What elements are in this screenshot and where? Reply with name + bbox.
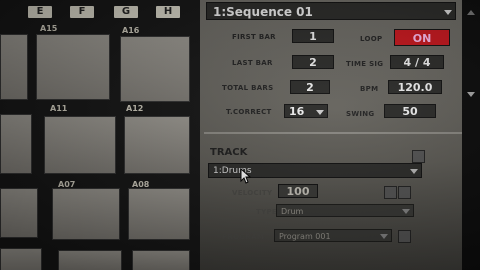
loop-label: LOOP	[360, 35, 383, 43]
pad[interactable]	[0, 188, 38, 238]
type-select[interactable]: Drum	[276, 204, 414, 217]
app-window: E F G H A15 A16 A11 A12 A07 A08 1:Sequen…	[0, 0, 480, 270]
pad-a15[interactable]	[36, 34, 110, 100]
pad[interactable]	[0, 248, 42, 270]
loop-toggle[interactable]: ON	[394, 29, 450, 46]
bpm-label: BPM	[360, 85, 379, 93]
pad[interactable]	[132, 250, 190, 270]
pad-a07[interactable]	[52, 188, 120, 240]
sequence-name: 1:Sequence 01	[213, 5, 313, 19]
time-sig-label: TIME SIG	[346, 60, 384, 68]
pad-a11[interactable]	[44, 116, 116, 174]
pad-a12[interactable]	[124, 116, 190, 174]
column-header-h: H	[156, 6, 180, 18]
pad-label: A12	[126, 104, 144, 113]
column-header-g: G	[114, 6, 138, 18]
chevron-down-icon[interactable]	[380, 234, 388, 239]
pad-grid: E F G H A15 A16 A11 A12 A07 A08	[0, 0, 200, 270]
chevron-down-icon[interactable]	[444, 10, 452, 15]
pad-label: A15	[40, 24, 58, 33]
column-header-e: E	[28, 6, 52, 18]
first-bar-label: FIRST BAR	[232, 33, 276, 41]
pad[interactable]	[58, 250, 122, 270]
last-bar-field[interactable]: 2	[292, 55, 334, 69]
section-divider	[204, 132, 462, 134]
chevron-down-icon[interactable]	[402, 209, 410, 214]
track-header: TRACK	[210, 147, 248, 158]
bpm-field[interactable]: 120.0	[388, 80, 442, 94]
swing-field[interactable]: 50	[384, 104, 436, 118]
type-label: TYPE	[256, 208, 277, 216]
type-value: Drum	[281, 207, 304, 216]
total-bars-label: TOTAL BARS	[222, 84, 274, 92]
pad-label: A16	[122, 26, 140, 35]
scrollbar[interactable]	[462, 0, 480, 270]
track-options-button[interactable]	[412, 150, 425, 163]
column-header-f: F	[70, 6, 94, 18]
scroll-down-icon[interactable]	[467, 92, 475, 97]
last-bar-label: LAST BAR	[232, 59, 273, 67]
pad-label: A11	[50, 104, 68, 113]
pad[interactable]	[0, 34, 28, 100]
cursor-icon	[240, 168, 252, 184]
sequence-select[interactable]: 1:Sequence 01	[206, 2, 456, 20]
chevron-down-icon[interactable]	[410, 169, 418, 174]
program-label: PROGRAM	[222, 233, 265, 241]
program-edit-button[interactable]	[398, 230, 411, 243]
swing-label: SWING	[346, 110, 375, 118]
t-correct-value: 16	[289, 105, 305, 118]
velocity-field[interactable]: 100	[278, 184, 318, 198]
t-correct-label: T.CORRECT	[226, 108, 272, 116]
time-sig-field[interactable]: 4 / 4	[390, 55, 444, 69]
chevron-down-icon[interactable]	[316, 110, 324, 115]
program-select[interactable]: Program 001	[274, 229, 392, 242]
velocity-up-button[interactable]	[398, 186, 411, 199]
pad-a16[interactable]	[120, 36, 190, 102]
pad[interactable]	[0, 114, 32, 174]
total-bars-field[interactable]: 2	[290, 80, 330, 94]
first-bar-field[interactable]: 1	[292, 29, 334, 43]
pad-a08[interactable]	[128, 188, 190, 240]
program-value: Program 001	[279, 232, 331, 241]
scroll-up-icon[interactable]	[467, 10, 475, 15]
velocity-down-button[interactable]	[384, 186, 397, 199]
velocity-label: VELOCITY	[232, 189, 273, 197]
